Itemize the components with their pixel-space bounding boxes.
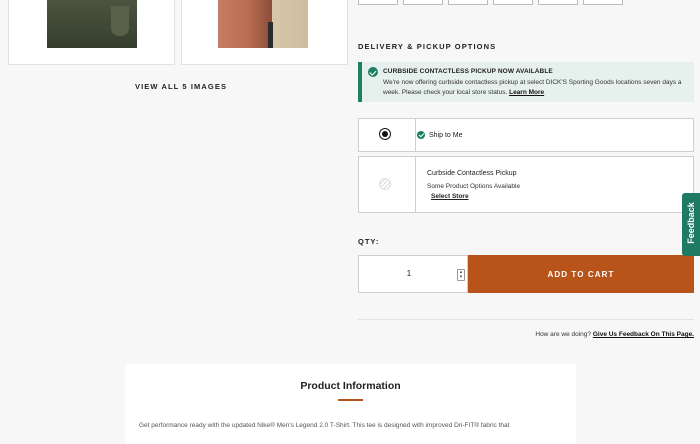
divider <box>358 319 694 320</box>
view-all-images-link[interactable]: VIEW ALL 5 IMAGES <box>135 82 227 91</box>
size-option-button[interactable] <box>358 0 398 5</box>
check-circle-icon <box>417 131 425 139</box>
product-thumbnail[interactable] <box>8 0 175 65</box>
product-information-panel: Product Information Get performance read… <box>125 364 576 444</box>
product-info-body: Get performance ready with the updated N… <box>139 422 510 429</box>
pickup-subtitle: Some Product Options Available <box>427 183 521 190</box>
give-feedback-link[interactable]: Give Us Feedback On This Page. <box>593 331 694 338</box>
curbside-pickup-option[interactable]: Curbside Contactless Pickup Some Product… <box>358 156 694 213</box>
product-image <box>47 0 137 48</box>
radio-cell <box>359 157 416 212</box>
feedback-tab[interactable]: Feedback <box>682 193 700 256</box>
feedback-question: How are we doing? <box>535 331 592 338</box>
product-thumbnail[interactable] <box>181 0 348 65</box>
feedback-prompt: How are we doing? Give Us Feedback On Th… <box>535 331 694 338</box>
curbside-notice: CURBSIDE CONTACTLESS PICKUP NOW AVAILABL… <box>358 62 694 102</box>
check-circle-icon <box>368 67 378 77</box>
delivery-heading: DELIVERY & PICKUP OPTIONS <box>358 42 497 51</box>
select-store-link[interactable]: Select Store <box>431 193 469 200</box>
size-option-button[interactable] <box>538 0 578 5</box>
quantity-value[interactable]: 1 <box>359 269 459 278</box>
size-option-button[interactable] <box>403 0 443 5</box>
notice-body: We're now offering curbside contactless … <box>383 78 688 98</box>
size-option-button[interactable] <box>493 0 533 5</box>
product-image <box>218 0 308 48</box>
title-underline <box>338 399 363 401</box>
add-to-cart-button[interactable]: ADD TO CART <box>468 255 694 293</box>
notice-title: CURBSIDE CONTACTLESS PICKUP NOW AVAILABL… <box>383 68 553 75</box>
ship-radio-button[interactable] <box>379 128 391 140</box>
pickup-radio-button[interactable] <box>379 178 391 190</box>
pickup-title: Curbside Contactless Pickup <box>427 170 517 177</box>
size-option-button[interactable] <box>448 0 488 5</box>
quantity-label: QTY: <box>358 237 380 246</box>
ship-to-me-label: Ship to Me <box>429 132 463 139</box>
product-info-title: Product Information <box>300 380 401 392</box>
learn-more-link[interactable]: Learn More <box>509 89 544 96</box>
feedback-tab-label: Feedback <box>686 202 696 244</box>
quantity-input[interactable]: 1 ▴ ▾ <box>358 255 468 293</box>
size-option-button[interactable] <box>583 0 623 5</box>
radio-cell <box>359 119 416 151</box>
quantity-stepper[interactable]: ▴ ▾ <box>457 269 465 281</box>
ship-to-me-option[interactable]: Ship to Me <box>358 118 694 152</box>
